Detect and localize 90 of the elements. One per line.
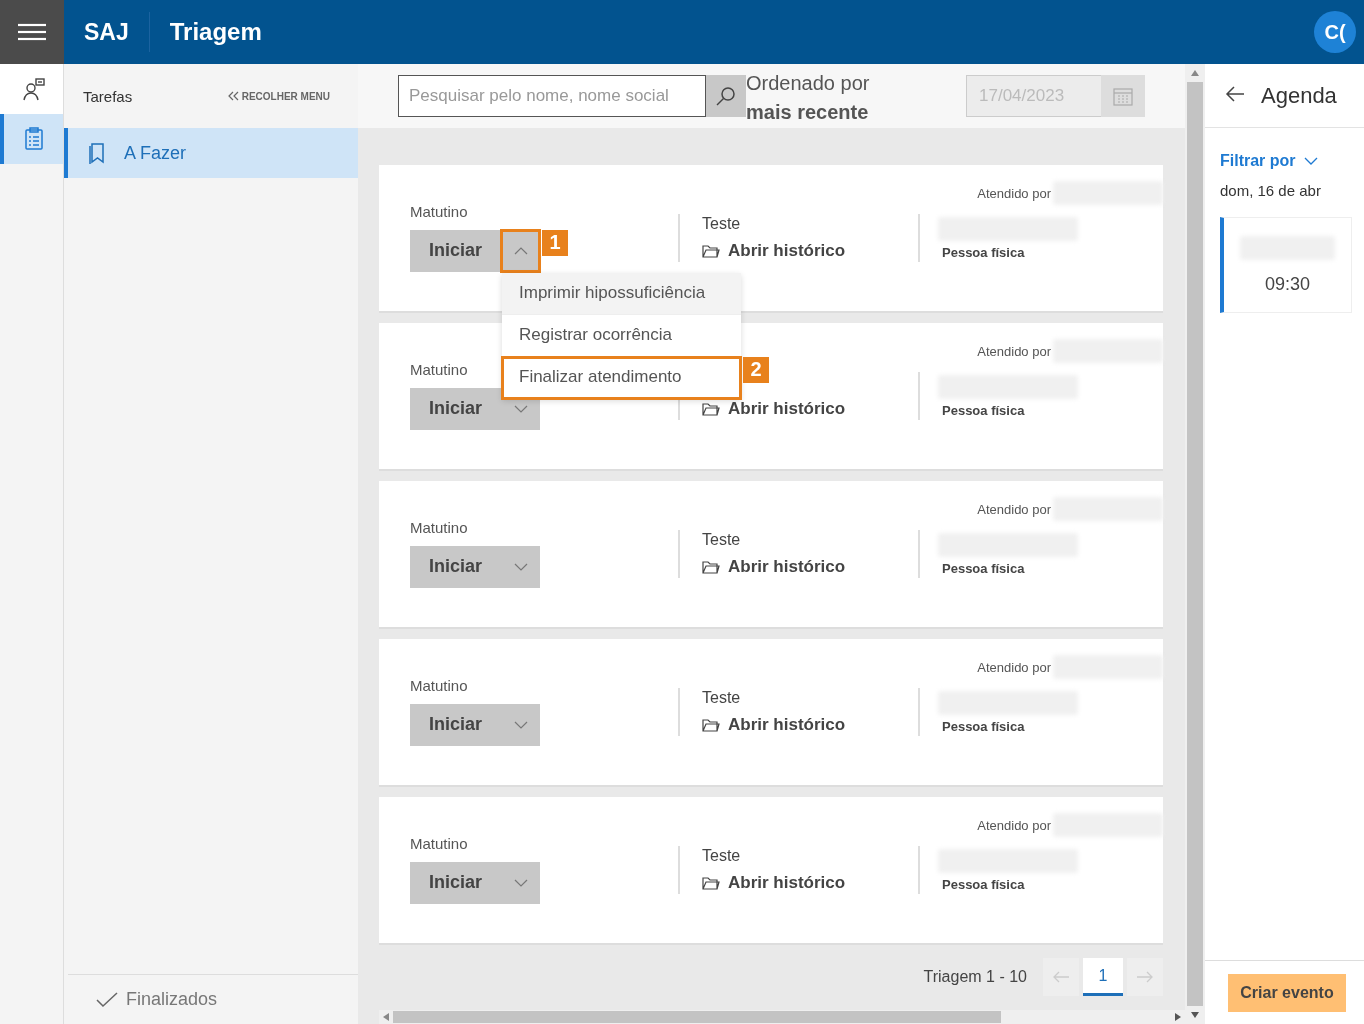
sidebar-item[interactable]: A Fazer bbox=[64, 128, 358, 178]
chevron-down-icon bbox=[513, 562, 528, 571]
attended-by-label: Atendido por bbox=[977, 659, 1051, 675]
open-history-link[interactable]: Abrir histórico bbox=[702, 399, 846, 419]
open-history-link[interactable]: Abrir histórico bbox=[702, 873, 846, 893]
page-title: Triagem bbox=[169, 18, 262, 46]
attended-by-label: Atendido por bbox=[977, 501, 1051, 517]
search-icon bbox=[716, 86, 736, 106]
search-button[interactable] bbox=[706, 75, 746, 117]
vertical-scrollbar[interactable] bbox=[1185, 64, 1205, 1024]
service-name: Teste bbox=[702, 847, 741, 865]
person-type: Pessoa física bbox=[942, 876, 1026, 892]
person-type: Pessoa física bbox=[942, 718, 1026, 734]
person-type: Pessoa física bbox=[942, 244, 1026, 260]
bookmark-icon bbox=[88, 142, 106, 164]
open-history-link[interactable]: Abrir histórico bbox=[702, 557, 846, 577]
shift-label: Matutino bbox=[410, 202, 468, 220]
agenda-title: Agenda bbox=[1261, 82, 1337, 109]
menu-item[interactable]: Finalizar atendimento bbox=[502, 356, 741, 399]
scroll-right-icon bbox=[1175, 1013, 1181, 1021]
shift-label: Matutino bbox=[410, 834, 468, 852]
search-field[interactable]: Pesquisar pelo nome, nome social bbox=[398, 75, 706, 117]
folder-icon bbox=[702, 876, 720, 890]
start-button[interactable]: Iniciar bbox=[410, 861, 501, 904]
dropdown-toggle[interactable] bbox=[501, 229, 540, 272]
attended-by-label: Atendido por bbox=[977, 343, 1051, 359]
chevron-down-icon bbox=[513, 720, 528, 729]
menu-item[interactable]: Registrar ocorrência bbox=[502, 314, 741, 357]
menu-item[interactable]: Imprimir hipossuficiência bbox=[502, 272, 741, 315]
nav-rail-item[interactable] bbox=[0, 114, 63, 164]
person-type: Pessoa física bbox=[942, 560, 1026, 576]
service-name: Teste bbox=[702, 531, 741, 549]
checkmark-icon bbox=[96, 991, 118, 1008]
chevron-down-icon bbox=[513, 404, 528, 413]
user-avatar[interactable]: C( bbox=[1314, 11, 1356, 53]
start-button[interactable]: Iniciar bbox=[410, 229, 501, 272]
agenda-date: dom, 16 de abr bbox=[1220, 182, 1322, 199]
dropdown-toggle[interactable] bbox=[501, 861, 540, 904]
folder-icon bbox=[702, 560, 720, 574]
start-button[interactable]: Iniciar bbox=[410, 387, 501, 430]
calendar-icon bbox=[1113, 86, 1133, 106]
pagination-label: Triagem 1 - 10 bbox=[923, 968, 1027, 986]
double-chevron-left-icon bbox=[226, 91, 239, 101]
sidebar-title: Tarefas bbox=[83, 87, 133, 105]
clipboard-icon bbox=[23, 127, 44, 151]
menu-icon bbox=[17, 22, 47, 42]
create-event-button[interactable]: Criar evento bbox=[1228, 973, 1346, 1012]
arrow-left-icon bbox=[1052, 971, 1070, 983]
nav-rail-item[interactable] bbox=[0, 64, 63, 114]
attended-by-label: Atendido por bbox=[977, 185, 1051, 201]
sort-label: Ordenado por bbox=[746, 71, 871, 96]
chevron-down-icon bbox=[513, 878, 528, 887]
scroll-left-icon bbox=[383, 1013, 389, 1021]
person-type: Pessoa física bbox=[942, 402, 1026, 418]
page-button[interactable]: 1 bbox=[1083, 958, 1123, 996]
open-history-link[interactable]: Abrir histórico bbox=[702, 715, 846, 735]
agenda-event[interactable]: 09:30 bbox=[1220, 217, 1352, 313]
service-name: Teste bbox=[702, 215, 741, 233]
person-message-icon bbox=[21, 77, 46, 101]
event-time: 09:30 bbox=[1264, 273, 1310, 295]
folder-icon bbox=[702, 718, 720, 732]
scroll-up-icon bbox=[1191, 70, 1199, 76]
folder-icon bbox=[702, 402, 720, 416]
arrow-left-icon bbox=[1225, 86, 1245, 102]
dropdown-toggle[interactable] bbox=[501, 703, 540, 746]
chevron-down-icon bbox=[1303, 157, 1318, 165]
service-name: Teste bbox=[702, 689, 741, 707]
start-button[interactable]: Iniciar bbox=[410, 703, 501, 746]
menu-button[interactable] bbox=[0, 0, 64, 64]
previous-page-button[interactable] bbox=[1043, 958, 1079, 996]
callout-number: 2 bbox=[743, 356, 769, 383]
shift-label: Matutino bbox=[410, 518, 468, 536]
start-button[interactable]: Iniciar bbox=[410, 545, 501, 588]
filter-dropdown[interactable]: Filtrar por bbox=[1220, 152, 1364, 170]
calendar-button[interactable] bbox=[1101, 75, 1145, 117]
dropdown-toggle[interactable] bbox=[501, 545, 540, 588]
next-page-button[interactable] bbox=[1127, 958, 1163, 996]
arrow-right-icon bbox=[1136, 971, 1154, 983]
scroll-down-icon bbox=[1191, 1012, 1199, 1018]
attended-by-label: Atendido por bbox=[977, 817, 1051, 833]
folder-icon bbox=[702, 244, 720, 258]
shift-label: Matutino bbox=[410, 676, 468, 694]
chevron-up-icon bbox=[513, 246, 528, 255]
open-history-link[interactable]: Abrir histórico bbox=[702, 241, 846, 261]
app-logo: SAJ bbox=[84, 18, 129, 46]
collapse-menu-button[interactable]: RECOLHER MENU bbox=[226, 90, 330, 102]
horizontal-scrollbar[interactable] bbox=[379, 1010, 1185, 1024]
sort-value[interactable]: mais recente bbox=[746, 98, 966, 127]
shift-label: Matutino bbox=[410, 360, 468, 378]
callout-number: 1 bbox=[542, 229, 568, 256]
